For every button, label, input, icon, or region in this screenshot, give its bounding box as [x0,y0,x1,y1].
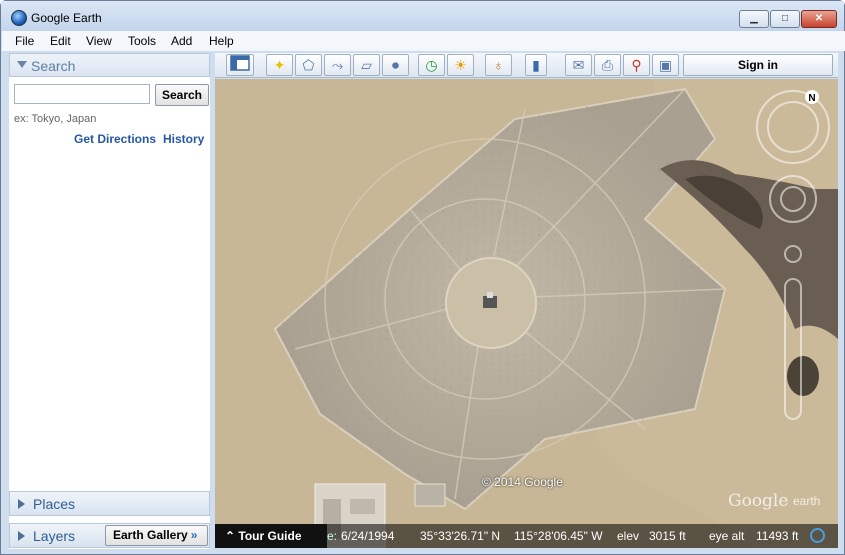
compass-north-icon: N [808,93,815,104]
search-button[interactable]: Search [155,84,209,106]
expand-triangle-icon [18,499,25,509]
menu-bar: File Edit View Tools Add Help [2,31,845,51]
menu-edit[interactable]: Edit [50,34,71,48]
view-in-maps-icon[interactable]: ⚲ [623,54,650,76]
image-overlay-icon[interactable]: ▱ [353,54,380,76]
chevron-up-icon: ⌃ [225,529,236,543]
title-bar[interactable]: Google Earth ▁ □ ✕ [1,1,844,31]
sunlight-icon[interactable]: ☀ [447,54,474,76]
tour-guide-label: Tour Guide [238,529,302,543]
minimize-button[interactable]: ▁ [739,10,769,28]
earth-gallery-button[interactable]: Earth Gallery» [105,525,208,546]
placemark-icon[interactable]: ✦ [266,54,293,76]
elevation-label: elev [617,529,640,543]
google-earth-logo-icon [11,10,27,26]
history-link[interactable]: History [163,132,204,146]
earth-gallery-label: Earth Gallery [113,528,188,542]
map-copyright: © 2014 Google [482,475,563,489]
google-earth-window: Google Earth ▁ □ ✕ File Edit View Tools … [0,0,845,555]
email-icon[interactable]: ✉ [565,54,592,76]
get-directions-link[interactable]: Get Directions [74,132,156,146]
menu-add[interactable]: Add [171,34,192,48]
map-view[interactable]: N © 2014 Google Google earth ⌃ Tour Guid… [215,79,838,548]
status-bar: ⌃ Tour Guide e: 6/24/1994 35°33'26.71" N… [215,524,838,548]
expand-triangle-icon [18,531,25,541]
google-earth-watermark-suffix: earth [793,494,821,508]
elevation: 3015 ft [649,529,686,543]
search-panel-title: Search [31,58,76,74]
path-icon[interactable]: ⤳ [324,54,351,76]
search-hint: ex: Tokyo, Japan [14,113,97,125]
menu-help[interactable]: Help [209,34,234,48]
sign-in-button[interactable]: Sign in [683,54,833,76]
imagery-date-prefix-icon: e: [327,529,338,543]
toolbar: ✦ ⬠ ⤳ ▱ ⏺ ◷ ☀ ♁ ▮ ✉ ⎙ ⚲ ▣ Sign in [215,53,838,78]
eye-altitude: 11493 ft [756,529,799,543]
collapse-triangle-icon [17,61,27,68]
longitude: 115°28'06.45" W [514,529,603,543]
menu-view[interactable]: View [86,34,112,48]
maximize-button[interactable]: □ [770,10,800,28]
print-icon[interactable]: ⎙ [594,54,621,76]
search-panel-header[interactable]: Search [9,53,210,77]
loading-spinner-icon [810,528,825,543]
imagery-date: 6/24/1994 [341,529,395,543]
ruler-icon[interactable]: ▮ [525,54,547,76]
google-earth-watermark: Google [728,491,789,511]
sidebar-toggle-icon[interactable] [226,54,254,76]
planet-icon[interactable]: ♁ [485,54,512,76]
polygon-icon[interactable]: ⬠ [295,54,322,76]
places-label: Places [33,496,76,512]
latitude: 35°33'26.71" N [420,529,501,543]
menu-file[interactable]: File [15,34,34,48]
window-title: Google Earth [31,11,102,25]
layers-panel-header[interactable]: Layers Earth Gallery» [9,523,210,548]
tour-guide-button[interactable]: ⌃ Tour Guide [215,524,327,548]
menu-tools[interactable]: Tools [128,34,156,48]
layers-label: Layers [33,528,76,544]
close-button[interactable]: ✕ [801,10,837,28]
eye-alt-label: eye alt [709,529,745,543]
historical-imagery-icon[interactable]: ◷ [418,54,445,76]
save-image-icon[interactable]: ▣ [652,54,679,76]
places-panel-header[interactable]: Places [9,491,210,516]
sidebar: Search Search ex: Tokyo, Japan Get Direc… [9,53,210,549]
record-tour-icon[interactable]: ⏺ [382,54,409,76]
search-input[interactable] [14,84,150,104]
double-chevron-icon: » [190,528,198,542]
